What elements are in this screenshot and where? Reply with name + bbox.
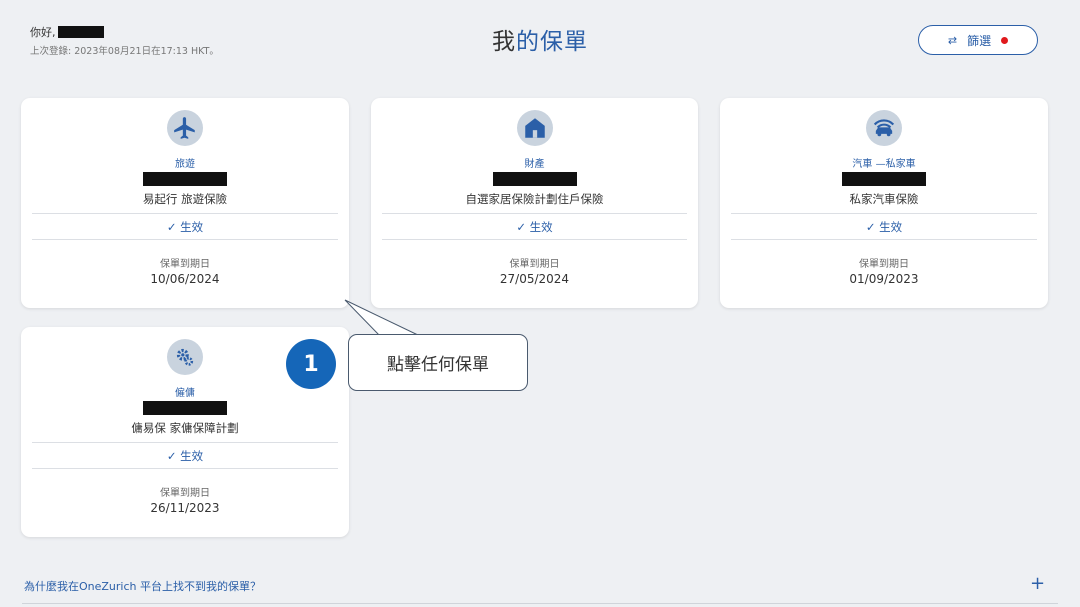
policy-name: 易起行 旅遊保險 — [142, 192, 228, 206]
callout-text: 點擊任何保單 — [387, 355, 489, 375]
expand-plus-icon[interactable]: + — [1030, 573, 1045, 594]
house-icon — [516, 110, 553, 146]
gears-icon — [167, 339, 203, 375]
filter-button[interactable]: ⇄ 篩選 — [918, 25, 1038, 55]
redacted-policy-number — [143, 401, 227, 415]
policy-name: 傭易保 家傭保障計劃 — [131, 421, 239, 435]
policy-card-property[interactable]: 財產 自選家居保險計劃住戶保險 ✓ 生效 保單到期日 27/05/2024 — [371, 98, 698, 308]
step-number-badge: 1 — [286, 339, 336, 389]
divider — [32, 239, 338, 240]
expiry-label: 保單到期日 — [509, 259, 560, 270]
status-badge: ✓ 生效 — [166, 220, 204, 234]
expiry-label: 保單到期日 — [160, 259, 210, 270]
divider — [32, 442, 338, 443]
policy-category: 汽車 —私家車 — [852, 159, 916, 170]
policy-name: 自選家居保險計劃住戶保險 — [465, 192, 604, 206]
expiry-date: 26/11/2023 — [150, 501, 220, 515]
policy-name: 私家汽車保險 — [849, 192, 919, 206]
divider — [32, 468, 338, 469]
policy-category: 旅遊 — [175, 159, 195, 170]
divider — [731, 213, 1037, 214]
expiry-date: 10/06/2024 — [150, 272, 220, 286]
status-badge: ✓ 生效 — [166, 449, 204, 463]
divider — [22, 603, 1058, 604]
divider — [32, 213, 338, 214]
expiry-label: 保單到期日 — [160, 488, 210, 499]
redacted-policy-number — [842, 172, 926, 186]
redacted-policy-number — [143, 172, 227, 186]
page-title-part1: 我 — [492, 29, 516, 55]
policy-card-travel[interactable]: 旅遊 易起行 旅遊保險 ✓ 生效 保單到期日 10/06/2024 — [21, 98, 349, 308]
expiry-date: 01/09/2023 — [849, 272, 919, 286]
car-icon — [866, 110, 902, 146]
page-title-part2: 的保單 — [516, 29, 588, 55]
divider — [382, 213, 687, 214]
callout-bubble: 點擊任何保單 — [348, 334, 528, 391]
policy-card-car[interactable]: 汽車 —私家車 私家汽車保險 ✓ 生效 保單到期日 01/09/2023 — [720, 98, 1048, 308]
status-badge: ✓ 生效 — [516, 220, 553, 234]
notification-dot — [1001, 36, 1009, 44]
expiry-date: 27/05/2024 — [499, 272, 570, 286]
divider — [382, 239, 687, 240]
filter-label: 篩選 — [967, 33, 992, 48]
faq-question-link[interactable]: 為什麼我在OneZurich 平台上找不到我的保單？ — [24, 578, 261, 594]
divider — [731, 239, 1037, 240]
airplane-icon — [167, 110, 203, 146]
redacted-policy-number — [492, 172, 577, 186]
filter-icon: ⇄ — [947, 33, 958, 47]
expiry-label: 保單到期日 — [859, 259, 909, 270]
policy-category: 財產 — [524, 159, 545, 170]
status-badge: ✓ 生效 — [865, 220, 903, 234]
